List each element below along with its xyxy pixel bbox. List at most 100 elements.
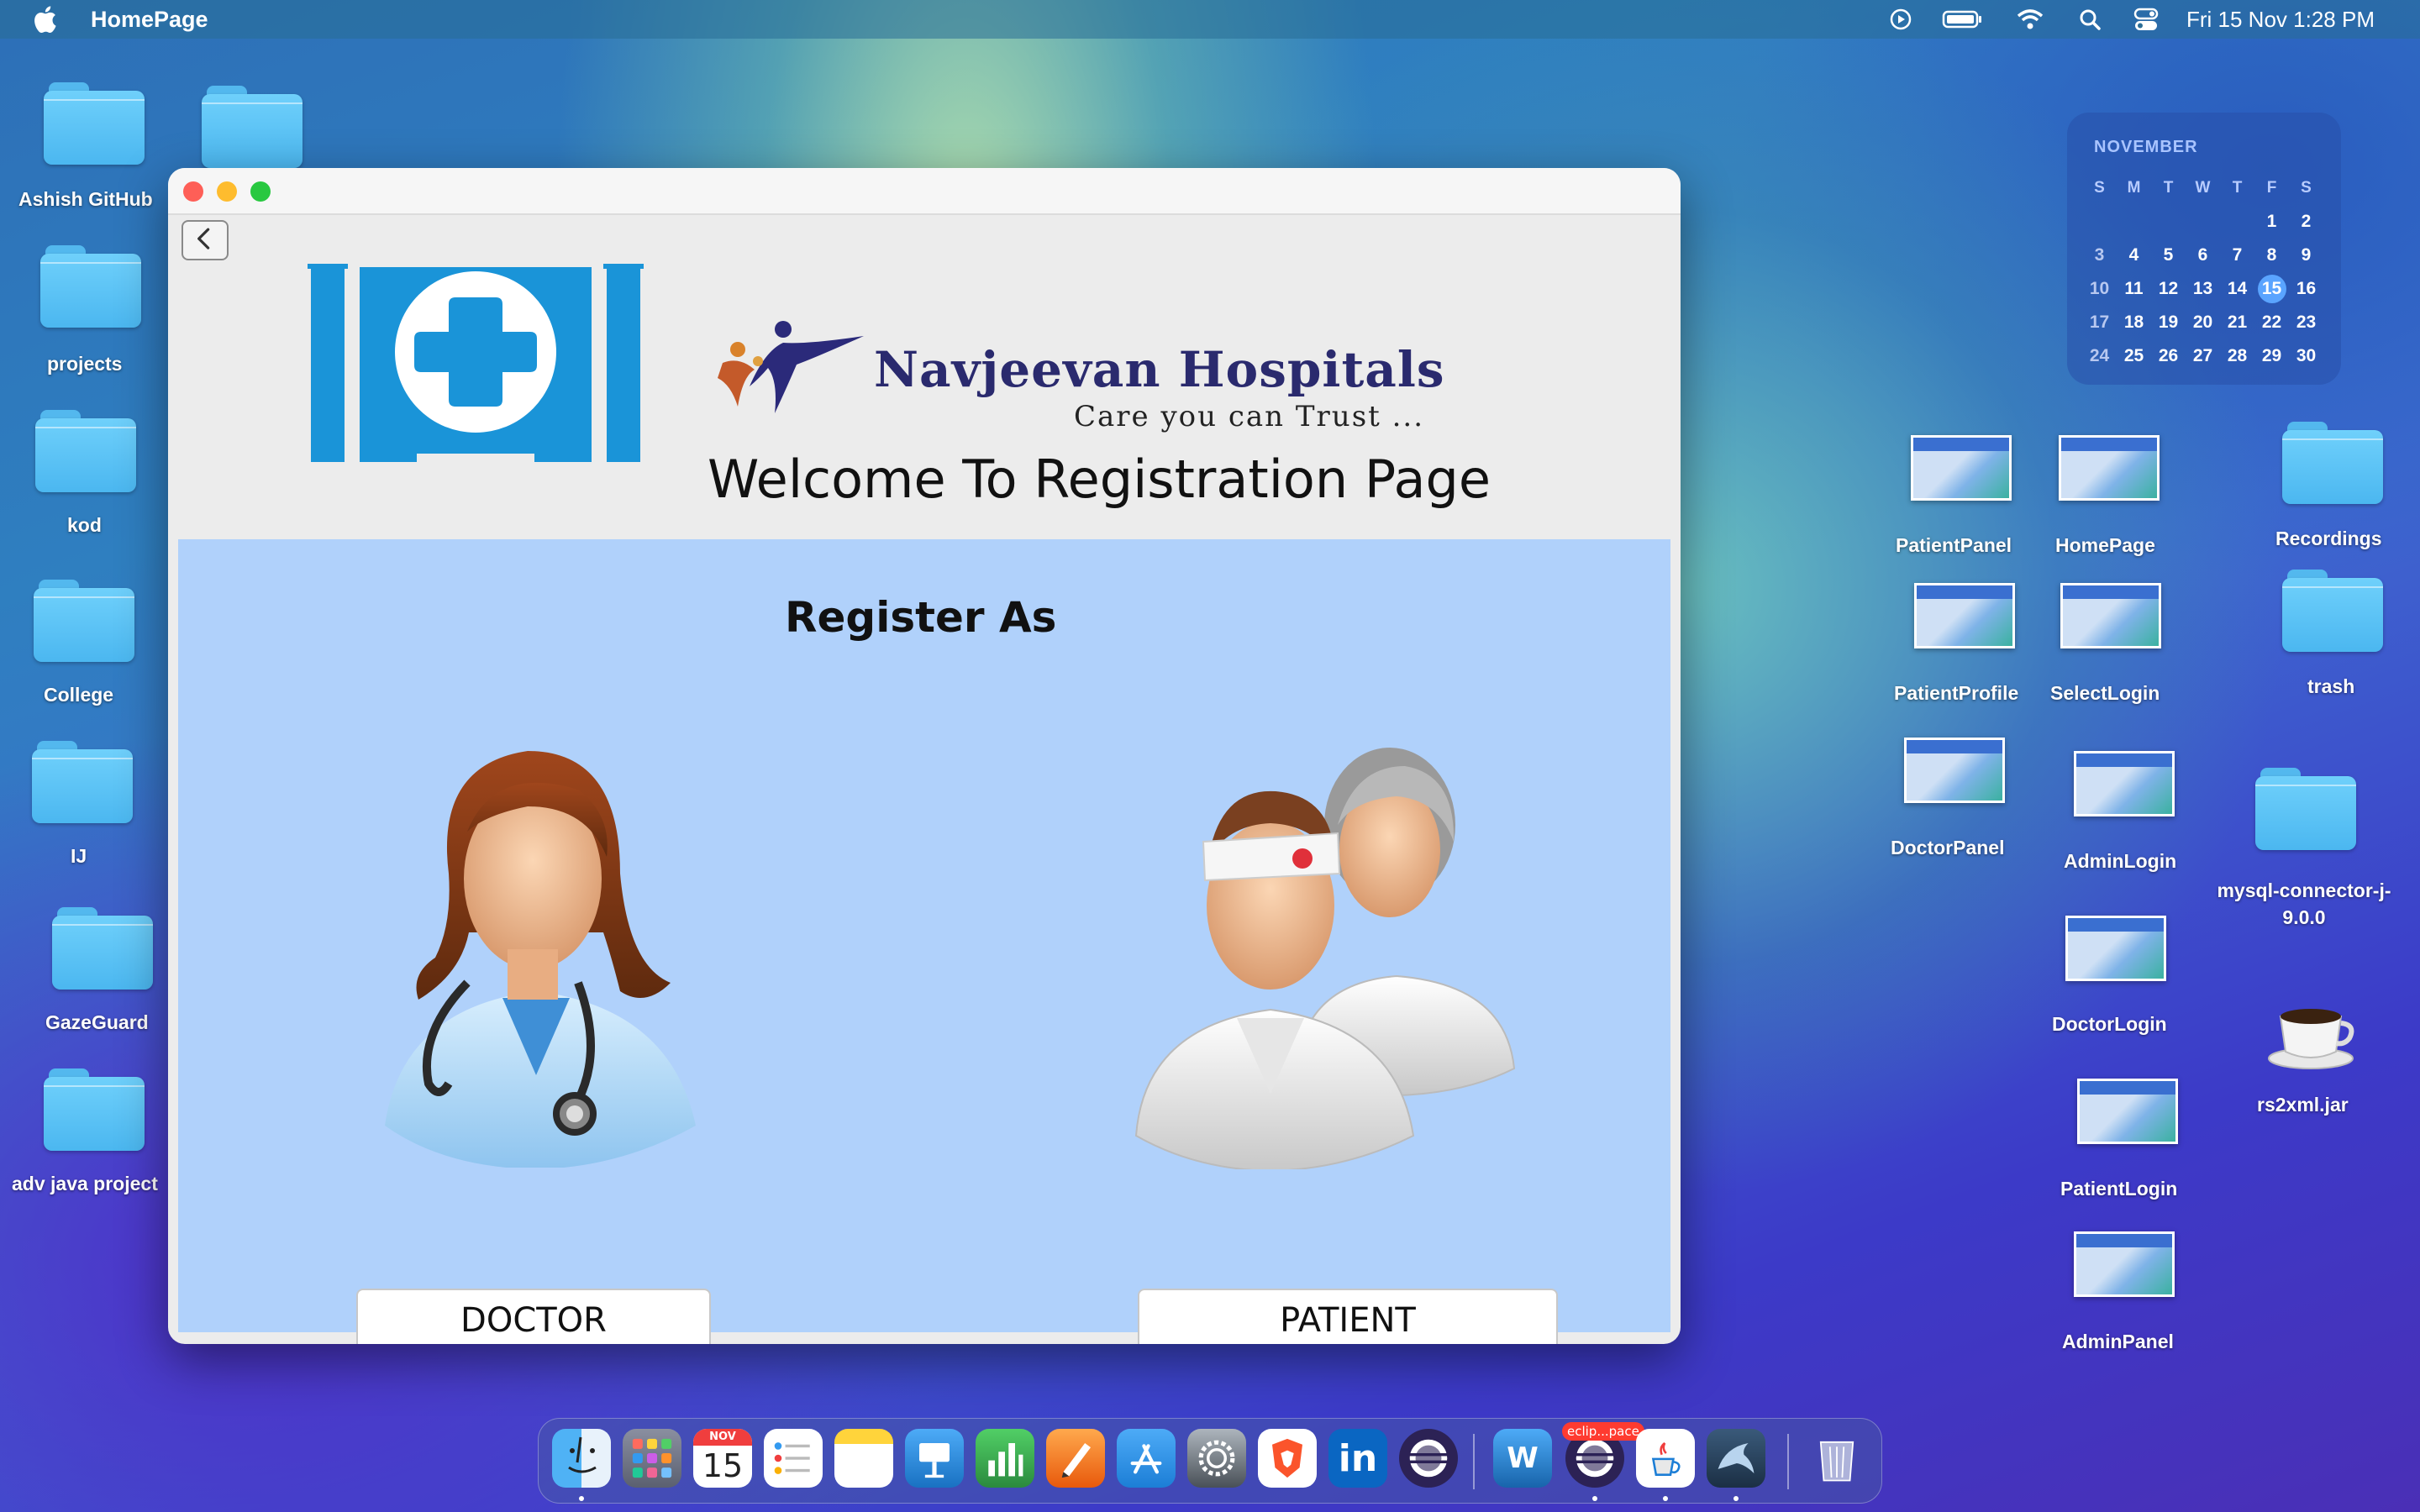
calendar-day[interactable]: 2 [2289,212,2323,232]
calendar-day[interactable]: 4 [2117,245,2151,265]
mysql-workbench-icon[interactable] [1707,1429,1765,1488]
folder-icon [2282,422,2383,504]
register-as-heading: Register As [785,593,1057,642]
trash-icon[interactable] [1807,1429,1866,1488]
dolphin-icon [1718,1443,1754,1473]
calendar-day[interactable]: 3 [2082,245,2117,265]
lion-shield-icon [1272,1438,1302,1478]
window-titlebar[interactable] [168,168,1681,215]
bar-chart-icon [988,1443,1023,1477]
play-circle-icon[interactable] [1886,7,1916,32]
calendar-day[interactable]: 29 [2254,346,2289,366]
calendar-day[interactable]: 8 [2254,245,2289,265]
dock-calendar-month: NOV [693,1429,752,1446]
screenshot-thumbnail [1911,435,2012,501]
screenshot-thumbnail [2065,916,2166,981]
calendar-day[interactable]: 19 [2151,312,2186,333]
calendar-day[interactable]: 20 [2186,312,2220,333]
medical-cross-logo-icon [308,264,644,465]
calendar-day[interactable]: 13 [2186,279,2220,299]
grid-icon [632,1438,672,1478]
system-settings-icon[interactable] [1187,1429,1246,1488]
battery-icon[interactable] [1941,7,1985,32]
keynote-icon[interactable] [905,1429,964,1488]
numbers-icon[interactable] [976,1429,1034,1488]
eclipse-workspace-icon[interactable]: eclip...pace [1562,1422,1644,1488]
calendar-weekday: W [2195,179,2211,197]
calendar-day[interactable]: 12 [2151,279,2186,299]
folder-icon [202,86,302,168]
desktop-item-label: College [44,684,114,706]
desktop-item-label: adv java project [12,1173,158,1194]
control-center-icon[interactable] [2131,7,2161,32]
calendar-icon[interactable]: NOV 15 [693,1429,752,1488]
word-icon[interactable]: W [1493,1429,1552,1488]
calendar-weekday: S [2301,179,2312,197]
zoom-window-button[interactable] [250,181,271,202]
calendar-day[interactable]: 18 [2117,312,2151,333]
java-cup-icon [1651,1441,1681,1476]
desktop-item-label: PatientPanel [1896,534,2012,556]
doctor-button[interactable]: DOCTOR [356,1289,711,1344]
calendar-day[interactable]: 28 [2220,346,2254,366]
pages-icon[interactable] [1046,1429,1105,1488]
menu-bar-clock[interactable]: Fri 15 Nov 1:28 PM [2186,7,2375,33]
screenshot-thumbnail [1904,738,2005,803]
calendar-day[interactable]: 17 [2082,312,2117,333]
calendar-day-today[interactable]: 15 [2257,275,2286,303]
reminders-icon[interactable] [764,1429,823,1488]
minimize-window-button[interactable] [217,181,237,202]
folder-icon [32,741,133,823]
doctor-avatar-icon [385,751,696,1168]
calendar-day[interactable]: 22 [2254,312,2289,333]
calendar-week-row: 12 [2082,205,2326,239]
coffee-cup-icon [2268,1009,2354,1069]
calendar-day[interactable]: 9 [2289,245,2323,265]
java-icon[interactable] [1636,1429,1695,1488]
calendar-day[interactable]: 5 [2151,245,2186,265]
calendar-day[interactable]: 27 [2186,346,2220,366]
finder-icon[interactable] [552,1429,611,1488]
desktop-item-label: AdminLogin [2064,850,2177,872]
wifi-icon[interactable] [2015,7,2045,32]
app-store-icon[interactable] [1117,1429,1176,1488]
calendar-day[interactable]: 6 [2186,245,2220,265]
calendar-day[interactable]: 24 [2082,346,2117,366]
brave-icon[interactable] [1258,1429,1317,1488]
calendar-week-row: 17 18 19 20 21 22 23 [2082,306,2326,339]
notes-icon[interactable] [834,1429,893,1488]
folder-icon [2255,768,2356,850]
linkedin-icon[interactable]: in [1328,1429,1387,1488]
calendar-day[interactable]: 14 [2220,279,2254,299]
dock-separator [1787,1434,1789,1489]
search-icon[interactable] [2075,7,2106,32]
screenshot-thumbnail [2077,1079,2178,1144]
calendar-day[interactable]: 7 [2220,245,2254,265]
desktop-item-label: AdminPanel [2062,1331,2174,1352]
screenshot-thumbnail [2074,751,2175,816]
app-store-a-icon [1130,1444,1162,1474]
calendar-day[interactable]: 10 [2082,279,2117,299]
calendar-day[interactable]: 1 [2254,212,2289,232]
calendar-widget[interactable]: NOVEMBER S M T W T F S 1 2 3 4 5 6 7 8 9 10 11 12 13… [2067,113,2341,385]
pen-icon [1061,1443,1091,1478]
desktop-item-label: Recordings [2275,528,2382,549]
back-button[interactable] [182,220,229,260]
calendar-day[interactable]: 21 [2220,312,2254,333]
calendar-day[interactable]: 25 [2117,346,2151,366]
patient-button[interactable]: PATIENT [1138,1289,1558,1344]
eclipse-icon[interactable] [1399,1429,1458,1488]
launchpad-icon[interactable] [623,1429,681,1488]
folder-icon [40,245,141,328]
calendar-day[interactable]: 11 [2117,279,2151,299]
active-app-name[interactable]: HomePage [91,7,208,33]
close-window-button[interactable] [183,181,203,202]
calendar-day[interactable]: 23 [2289,312,2323,333]
calendar-day[interactable]: 30 [2289,346,2323,366]
desktop-item-label: rs2xml.jar [2257,1094,2349,1116]
calendar-day[interactable]: 26 [2151,346,2186,366]
calendar-day[interactable]: 16 [2289,279,2323,299]
apple-icon[interactable] [32,5,57,34]
list-icon [774,1442,810,1474]
page-title: Welcome To Registration Page [708,449,1491,510]
